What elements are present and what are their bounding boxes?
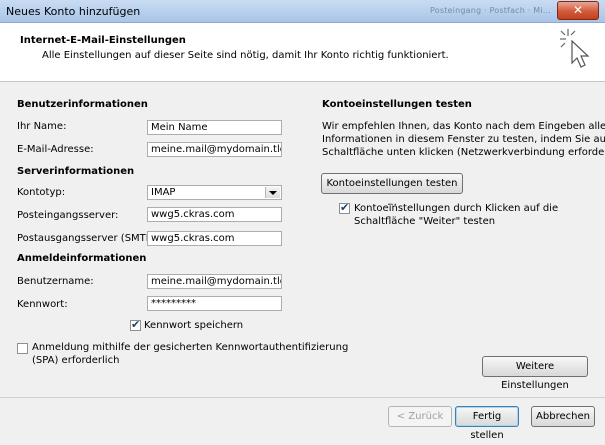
incoming-server-label: Posteingangsserver: [17,210,119,221]
more-settings-button[interactable]: Weitere Einstellungen [482,356,588,391]
password-label: Kennwort: [17,299,68,310]
test-settings-button[interactable]: Kontoeinstellungen testen ... [321,173,463,208]
outgoing-server-label: Postausgangsserver (SMTP): [17,233,160,244]
title-bar: Neues Konto hinzufügen Posteingang · Pos… [0,0,605,23]
background-window-text: Posteingang · Postfach · Mi... [430,6,552,15]
chevron-down-icon[interactable] [265,187,280,198]
email-label: E-Mail-Adresse: [17,144,94,155]
footer-divider [0,397,605,398]
remember-password-label: Kennwort speichern [144,320,244,331]
finish-button[interactable]: Fertig stellen [455,406,519,441]
spa-label-line2: (SPA) erforderlich [32,355,120,366]
auto-test-checkbox[interactable] [339,201,350,214]
close-button[interactable]: ✕ [557,1,599,20]
auto-test-label-line1: Kontoeinstellungen durch Klicken auf die [354,203,559,214]
page-subtitle: Alle Einstellungen auf dieser Seite sind… [42,50,449,61]
section-serverinformationen: Serverinformationen [17,166,135,177]
auto-test-label-line2: Schaltfläche "Weiter" testen [354,216,496,227]
section-kontoeinstellungen-testen: Kontoeinstellungen testen [322,99,472,110]
outgoing-server-field[interactable]: wwg5.ckras.com [147,231,282,246]
wizard-header: Internet-E-Mail-Einstellungen Alle Einst… [0,23,605,82]
test-desc-line3: Schaltfläche unten klicken (Netzwerkverb… [322,147,605,158]
kontotyp-value: IMAP [151,187,176,198]
cancel-button[interactable]: Abbrechen [531,406,595,427]
password-field[interactable]: ********* [147,296,282,311]
back-button[interactable]: < Zurück [388,406,452,427]
close-icon: ✕ [572,3,584,17]
kontotyp-select[interactable]: IMAP [147,185,282,200]
remember-password-checkbox[interactable] [130,318,141,331]
cursor-sparkle-icon [560,29,590,68]
spa-checkbox[interactable] [17,343,28,354]
section-anmeldeinformationen: Anmeldeinformationen [17,253,147,264]
incoming-server-field[interactable]: wwg5.ckras.com [147,207,282,222]
name-field[interactable]: Mein Name [147,120,282,135]
name-label: Ihr Name: [17,121,67,132]
username-label: Benutzername: [17,276,94,287]
kontotyp-label: Kontotyp: [17,187,66,198]
section-benutzerinformationen: Benutzerinformationen [17,99,148,110]
test-desc-line1: Wir empfehlen Ihnen, das Konto nach dem … [322,121,605,132]
test-desc-line2: Informationen in diesem Fenster zu teste… [322,134,605,145]
email-field[interactable]: meine.mail@mydomain.tld [147,142,282,157]
username-field[interactable]: meine.mail@mydomain.tld [147,274,282,289]
window-title: Neues Konto hinzufügen [6,5,141,18]
page-title: Internet-E-Mail-Einstellungen [20,35,186,46]
spa-label-line1: Anmeldung mithilfe der gesicherten Kennw… [32,342,349,353]
